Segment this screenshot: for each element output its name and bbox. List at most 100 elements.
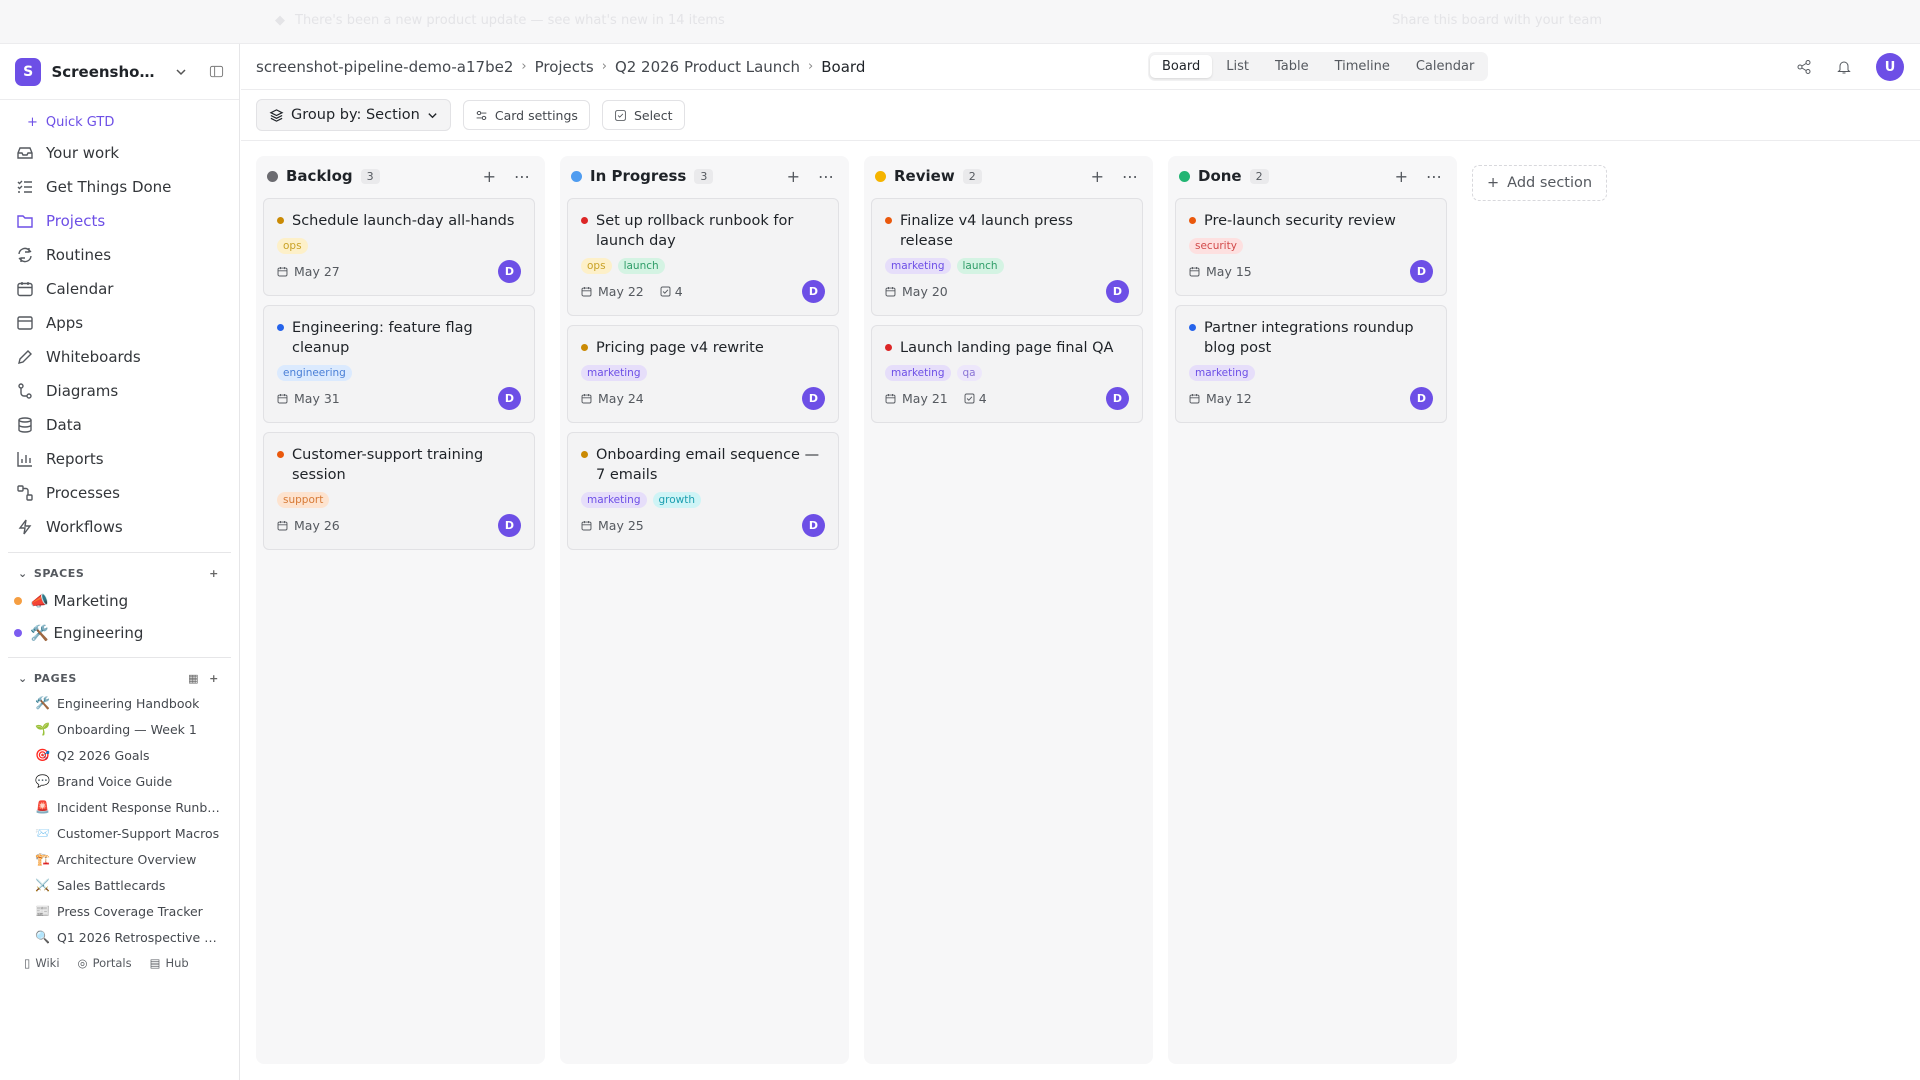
- add-task-icon[interactable]: +: [1091, 167, 1104, 186]
- add-page-icon[interactable]: +: [209, 672, 219, 685]
- sidebar-item-data[interactable]: Data: [0, 408, 239, 442]
- view-tab-table[interactable]: Table: [1263, 55, 1321, 78]
- page-item[interactable]: 🏗️ Architecture Overview: [0, 846, 239, 872]
- page-item[interactable]: 🚨 Incident Response Runbook: [0, 794, 239, 820]
- checkbox-icon: [660, 286, 671, 297]
- globe-icon: ◎: [77, 956, 88, 970]
- due-date: May 26: [294, 518, 340, 533]
- chevron-down-icon[interactable]: [175, 66, 187, 78]
- calendar-icon: [1189, 393, 1200, 404]
- sidebar-item-label: Processes: [46, 484, 120, 502]
- page-templates-icon[interactable]: ▦: [188, 672, 199, 685]
- task-card[interactable]: Schedule launch-day all-hands ops May 27 D: [263, 198, 535, 296]
- banner-action[interactable]: Share this board with your team: [1392, 13, 1602, 28]
- add-space-icon[interactable]: +: [209, 567, 219, 580]
- sidebar-item-whiteboards[interactable]: Whiteboards: [0, 340, 239, 374]
- priority-dot: [1189, 324, 1196, 331]
- assignee-avatar[interactable]: D: [802, 387, 825, 410]
- tag-list: marketing qa: [885, 365, 1129, 381]
- page-item[interactable]: 🔍 Q1 2026 Retrospective Notes: [0, 924, 239, 950]
- subtask-count: 4: [660, 284, 683, 299]
- assignee-avatar[interactable]: D: [802, 514, 825, 537]
- sidebar-item-get-things-done[interactable]: Get Things Done: [0, 170, 239, 204]
- card-settings-button[interactable]: Card settings: [462, 100, 590, 130]
- workspace-switcher[interactable]: S Screenshot Pipeline Demo: [0, 44, 239, 100]
- sidebar-item-label: Calendar: [46, 280, 114, 298]
- user-avatar[interactable]: U: [1876, 53, 1904, 81]
- select-button[interactable]: Select: [601, 100, 685, 130]
- breadcrumb-item[interactable]: Projects: [535, 58, 594, 76]
- page-item[interactable]: 📨 Customer-Support Macros: [0, 820, 239, 846]
- more-options-icon[interactable]: ⋯: [1122, 167, 1138, 186]
- add-task-icon[interactable]: +: [1395, 167, 1408, 186]
- assignee-avatar[interactable]: D: [1410, 260, 1433, 283]
- page-item[interactable]: 🎯 Q2 2026 Goals: [0, 742, 239, 768]
- assignee-avatar[interactable]: D: [1106, 280, 1129, 303]
- page-item[interactable]: 🌱 Onboarding — Week 1: [0, 716, 239, 742]
- add-section-button[interactable]: + Add section: [1472, 165, 1608, 201]
- wiki-link[interactable]: ▯ Wiki: [24, 956, 60, 970]
- group-by-button[interactable]: Group by: Section: [256, 99, 451, 131]
- collapse-sidebar-icon[interactable]: [209, 64, 224, 79]
- assignee-avatar[interactable]: D: [1410, 387, 1433, 410]
- hub-link[interactable]: ▤ Hub: [150, 956, 189, 970]
- view-tab-timeline[interactable]: Timeline: [1323, 55, 1402, 78]
- add-task-icon[interactable]: +: [483, 167, 496, 186]
- assignee-avatar[interactable]: D: [498, 514, 521, 537]
- spaces-header[interactable]: ⌄ SPACES +: [0, 561, 239, 585]
- share-icon[interactable]: [1796, 59, 1812, 75]
- assignee-avatar[interactable]: D: [1106, 387, 1129, 410]
- assignee-avatar[interactable]: D: [498, 387, 521, 410]
- sidebar-item-processes[interactable]: Processes: [0, 476, 239, 510]
- page-item[interactable]: 💬 Brand Voice Guide: [0, 768, 239, 794]
- task-title: Onboarding email sequence — 7 emails: [596, 447, 820, 483]
- space-item[interactable]: 🛠️ Engineering: [0, 617, 239, 649]
- sidebar-item-label: Reports: [46, 450, 104, 468]
- page-item[interactable]: 📰 Press Coverage Tracker: [0, 898, 239, 924]
- calendar-icon: [581, 286, 592, 297]
- breadcrumb-item[interactable]: screenshot-pipeline-demo-a17be2: [256, 58, 513, 76]
- sidebar-item-projects[interactable]: Projects: [0, 204, 239, 238]
- card-meta: May 21 4 D: [885, 387, 1129, 410]
- assignee-avatar[interactable]: D: [498, 260, 521, 283]
- more-options-icon[interactable]: ⋯: [514, 167, 530, 186]
- sidebar-item-apps[interactable]: Apps: [0, 306, 239, 340]
- sidebar-item-routines[interactable]: Routines: [0, 238, 239, 272]
- sidebar-item-diagrams[interactable]: Diagrams: [0, 374, 239, 408]
- more-options-icon[interactable]: ⋯: [818, 167, 834, 186]
- task-card[interactable]: Launch landing page final QA marketing qa M…: [871, 325, 1143, 423]
- bell-icon[interactable]: [1836, 59, 1852, 75]
- top-bar: screenshot-pipeline-demo-a17be2 › Projects…: [241, 44, 1920, 90]
- task-title-row: Engineering: feature flag cleanup: [277, 318, 521, 358]
- tag-list: engineering: [277, 365, 521, 381]
- task-card[interactable]: Finalize v4 launch press release marketin…: [871, 198, 1143, 316]
- hub-label: Hub: [165, 956, 189, 970]
- sidebar-item-reports[interactable]: Reports: [0, 442, 239, 476]
- pages-header[interactable]: ⌄ PAGES ▦ +: [0, 666, 239, 690]
- page-label: Sales Battlecards: [57, 877, 166, 893]
- task-card[interactable]: Pre-launch security review security May 15…: [1175, 198, 1447, 296]
- page-item[interactable]: 🛠️ Engineering Handbook: [0, 690, 239, 716]
- sidebar-item-calendar[interactable]: Calendar: [0, 272, 239, 306]
- add-task-icon[interactable]: +: [787, 167, 800, 186]
- page-item[interactable]: ⚔️ Sales Battlecards: [0, 872, 239, 898]
- task-card[interactable]: Onboarding email sequence — 7 emails mark…: [567, 432, 839, 550]
- quick-gtd-button[interactable]: + Quick GTD: [0, 108, 239, 136]
- task-card[interactable]: Engineering: feature flag cleanup enginee…: [263, 305, 535, 423]
- sidebar-item-workflows[interactable]: Workflows: [0, 510, 239, 544]
- task-card[interactable]: Customer-support training session support…: [263, 432, 535, 550]
- calendar-icon: [277, 266, 288, 277]
- view-tab-list[interactable]: List: [1214, 55, 1261, 78]
- space-item[interactable]: 📣 Marketing: [0, 585, 239, 617]
- assignee-avatar[interactable]: D: [802, 280, 825, 303]
- portals-link[interactable]: ◎ Portals: [78, 956, 132, 970]
- task-card[interactable]: Set up rollback runbook for launch day op…: [567, 198, 839, 316]
- more-options-icon[interactable]: ⋯: [1426, 167, 1442, 186]
- view-tab-board[interactable]: Board: [1150, 55, 1213, 78]
- breadcrumb-item[interactable]: Q2 2026 Product Launch: [615, 58, 800, 76]
- column-title: Backlog: [286, 167, 353, 185]
- sidebar-item-your-work[interactable]: Your work: [0, 136, 239, 170]
- view-tab-calendar[interactable]: Calendar: [1404, 55, 1486, 78]
- task-card[interactable]: Pricing page v4 rewrite marketing May 24 D: [567, 325, 839, 423]
- task-card[interactable]: Partner integrations roundup blog post ma…: [1175, 305, 1447, 423]
